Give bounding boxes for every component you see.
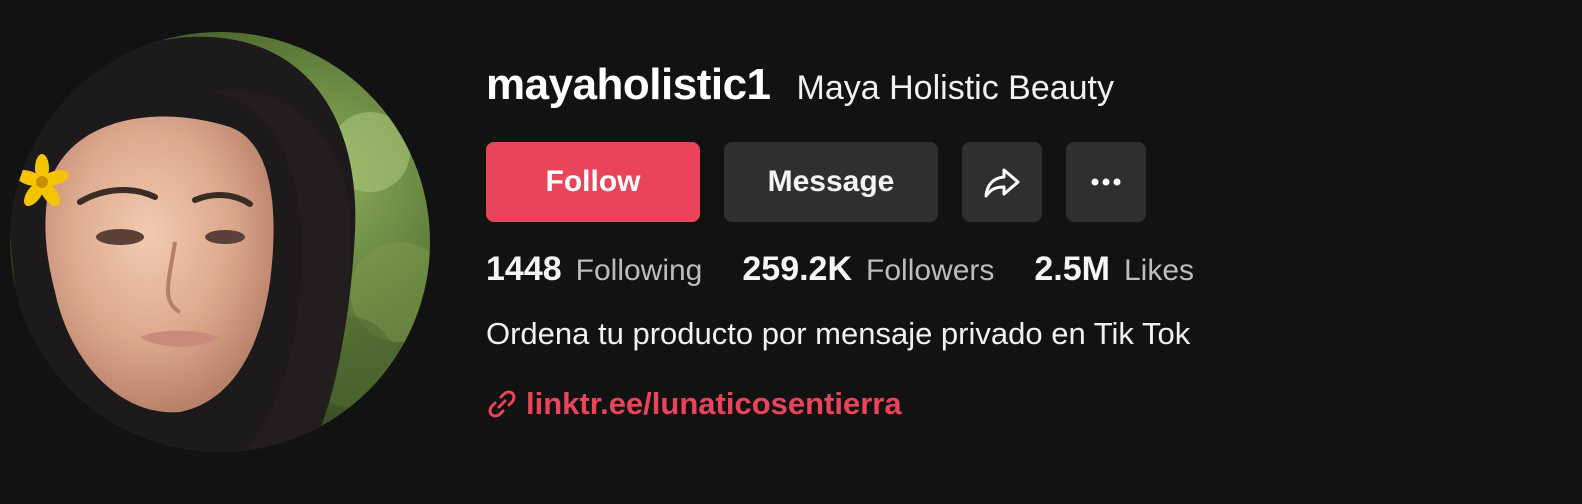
stat-label: Followers — [866, 254, 995, 287]
name-row: mayaholistic1 Maya Holistic Beauty — [486, 60, 1536, 120]
bio-text: Ordena tu producto por mensaje privado e… — [486, 316, 1191, 351]
action-buttons: Follow Message — [486, 142, 1536, 222]
stat-label: Following — [575, 254, 703, 287]
stat-followers[interactable]: 259.2K Followers — [742, 250, 994, 289]
share-arrow-icon — [984, 168, 1020, 198]
stats-row: 1448 Following 259.2K Followers 2.5M Lik… — [486, 250, 1536, 294]
stat-likes: 2.5M Likes — [1034, 250, 1194, 289]
stat-value: 259.2K — [742, 250, 853, 288]
more-options-button[interactable] — [1066, 142, 1146, 222]
avatar[interactable] — [10, 32, 430, 452]
follow-button[interactable]: Follow — [486, 142, 700, 222]
profile-header: mayaholistic1 Maya Holistic Beauty Follo… — [0, 0, 1582, 504]
share-button[interactable] — [962, 142, 1042, 222]
avatar-image — [10, 32, 430, 452]
profile-info: mayaholistic1 Maya Holistic Beauty Follo… — [486, 60, 1536, 426]
link-icon — [488, 390, 516, 418]
stat-value: 1448 — [486, 250, 562, 288]
link-text[interactable]: linktr.ee/lunaticosentierra — [526, 386, 902, 422]
stat-label: Likes — [1123, 254, 1195, 287]
username: mayaholistic1 — [486, 60, 771, 109]
stat-following[interactable]: 1448 Following — [486, 250, 702, 289]
profile-link[interactable]: linktr.ee/lunaticosentierra — [486, 382, 1536, 426]
message-button[interactable]: Message — [724, 142, 938, 222]
stat-value: 2.5M — [1034, 250, 1110, 288]
display-name: Maya Holistic Beauty — [796, 69, 1114, 107]
more-dots-icon — [1091, 178, 1121, 186]
